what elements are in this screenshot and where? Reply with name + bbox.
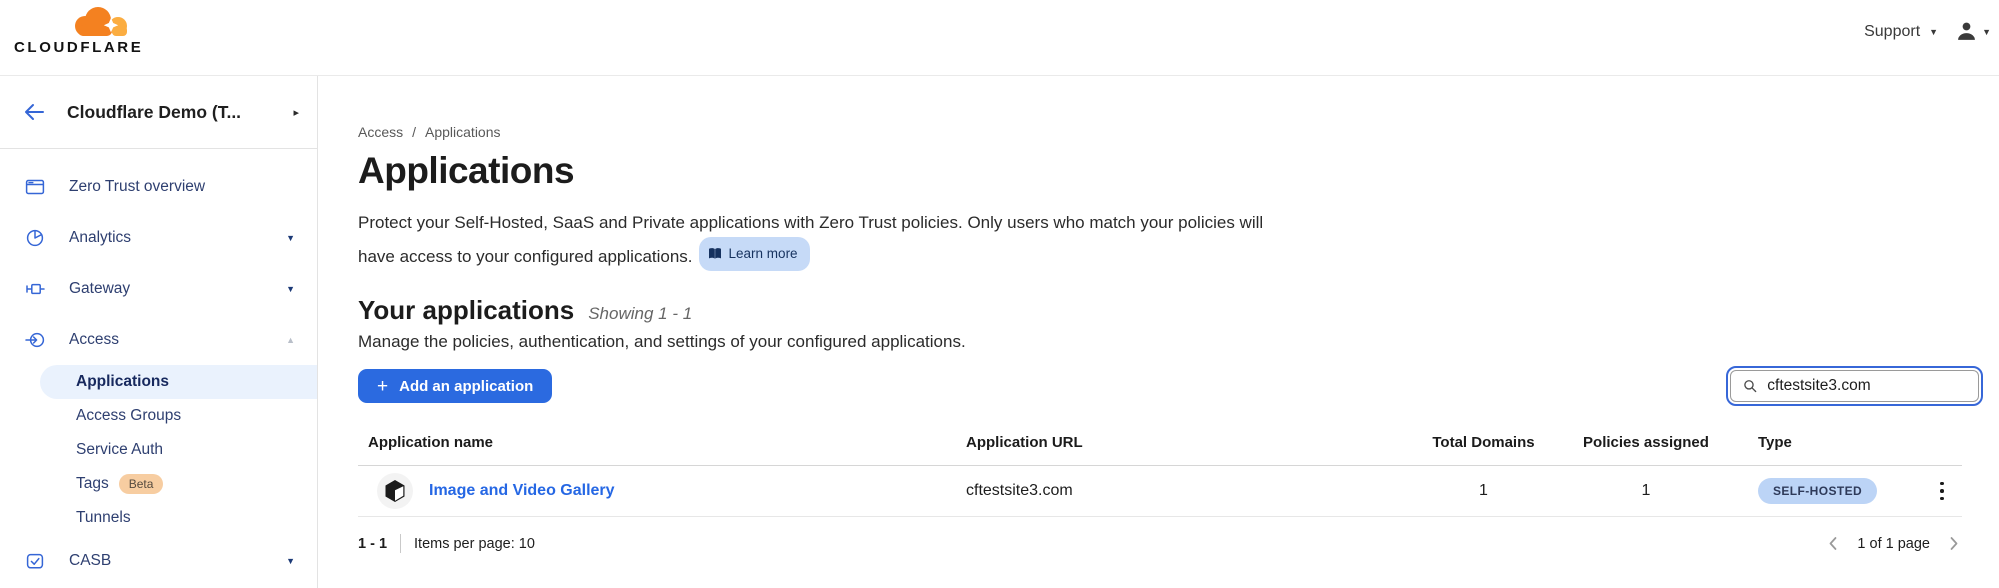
column-header-type: Type xyxy=(1746,434,1922,451)
table-header: Application name Application URL Total D… xyxy=(358,426,1962,466)
sidebar: Cloudflare Demo (T... ▸ Zero Trust overv… xyxy=(0,76,318,588)
pie-chart-icon xyxy=(25,228,45,248)
sidebar-item-tags[interactable]: Tags Beta xyxy=(40,467,317,501)
table-row: Image and Video Gallery cftestsite3.com … xyxy=(358,466,1962,517)
breadcrumb: Access / Applications xyxy=(358,124,1962,140)
toolbar: + Add an application xyxy=(358,366,1962,406)
breadcrumb-access[interactable]: Access xyxy=(358,124,403,140)
type-cell: SELF-HOSTED xyxy=(1746,478,1922,504)
column-header-application-url: Application URL xyxy=(966,434,1421,451)
back-arrow-icon[interactable] xyxy=(23,101,45,123)
sidebar-item-access[interactable]: Access ▲ xyxy=(0,314,317,365)
support-menu[interactable]: Support ▼ xyxy=(1864,23,1938,41)
row-actions-kebab-icon[interactable] xyxy=(1922,466,1962,516)
account-switcher[interactable]: Cloudflare Demo (T... ▸ xyxy=(0,76,317,149)
top-header: CLOUDFLARE Support ▼ ▼ xyxy=(0,0,1999,76)
total-domains-cell: 1 xyxy=(1421,482,1546,500)
application-name-cell: Image and Video Gallery xyxy=(358,473,966,509)
application-link[interactable]: Image and Video Gallery xyxy=(429,482,615,500)
plus-icon: + xyxy=(377,377,388,396)
application-avatar xyxy=(377,473,413,509)
sidebar-item-label: Access Groups xyxy=(76,407,181,425)
next-page-icon[interactable] xyxy=(1945,535,1962,552)
user-icon xyxy=(1956,21,1977,42)
user-menu[interactable]: ▼ xyxy=(1956,21,1991,42)
search-focus-ring xyxy=(1726,366,1983,406)
cloudflare-logo-text: CLOUDFLARE xyxy=(14,39,154,56)
chevron-down-icon: ▼ xyxy=(1982,27,1991,37)
breadcrumb-applications[interactable]: Applications xyxy=(425,124,501,140)
column-header-policies-assigned: Policies assigned xyxy=(1546,434,1746,451)
beta-badge: Beta xyxy=(119,474,164,494)
login-arrow-icon xyxy=(25,330,45,350)
sidebar-item-label: CASB xyxy=(69,552,111,570)
account-name: Cloudflare Demo (T... xyxy=(67,102,293,123)
type-badge: SELF-HOSTED xyxy=(1758,478,1877,504)
previous-page-icon[interactable] xyxy=(1825,535,1842,552)
main-content: Access / Applications Applications Prote… xyxy=(318,76,1999,588)
chevron-right-icon[interactable]: ▸ xyxy=(293,106,299,119)
cube-icon xyxy=(384,479,406,503)
chevron-down-icon[interactable]: ▼ xyxy=(286,556,295,566)
page-title: Applications xyxy=(358,150,1962,192)
chevron-down-icon[interactable]: ▼ xyxy=(286,284,295,294)
sidebar-item-label: Zero Trust overview xyxy=(69,178,205,196)
add-application-label: Add an application xyxy=(399,378,533,395)
section-title: Your applications xyxy=(358,295,574,326)
sidebar-item-label: Applications xyxy=(76,373,169,391)
access-subnav: Applications Access Groups Service Auth … xyxy=(0,365,317,535)
pagination-controls: 1 of 1 page xyxy=(1825,535,1962,552)
items-per-page[interactable]: Items per page: 10 xyxy=(414,536,535,552)
sidebar-item-casb[interactable]: CASB ▼ xyxy=(0,535,317,586)
header-right: Support ▼ ▼ xyxy=(1864,21,1991,42)
page-description-text: Protect your Self-Hosted, SaaS and Priva… xyxy=(358,213,1263,266)
search-box xyxy=(1730,370,1979,402)
breadcrumb-separator: / xyxy=(412,124,416,140)
sidebar-item-label: Access xyxy=(69,331,119,349)
sidebar-nav: Zero Trust overview Analytics ▼ Gateway … xyxy=(0,149,317,586)
pagination-range: 1 - 1 xyxy=(358,536,387,552)
page-description: Protect your Self-Hosted, SaaS and Priva… xyxy=(358,208,1293,271)
sidebar-item-access-groups[interactable]: Access Groups xyxy=(40,399,317,433)
add-application-button[interactable]: + Add an application xyxy=(358,369,552,403)
sidebar-item-label: Analytics xyxy=(69,229,131,247)
chevron-down-icon[interactable]: ▼ xyxy=(286,233,295,243)
showing-count: Showing 1 - 1 xyxy=(588,304,692,324)
sidebar-item-gateway[interactable]: Gateway ▼ xyxy=(0,263,317,314)
pagination: 1 - 1 Items per page: 10 1 of 1 page xyxy=(358,534,1962,553)
application-url-cell: cftestsite3.com xyxy=(966,482,1421,500)
sidebar-item-label: Service Auth xyxy=(76,441,163,459)
section-subtitle: Manage the policies, authentication, and… xyxy=(358,332,1962,352)
shield-check-icon xyxy=(25,551,45,571)
search-icon xyxy=(1743,378,1757,394)
chevron-up-icon[interactable]: ▲ xyxy=(286,335,295,345)
sidebar-item-service-auth[interactable]: Service Auth xyxy=(40,433,317,467)
book-icon xyxy=(708,247,722,260)
column-header-application-name: Application name xyxy=(358,434,966,451)
sidebar-item-tunnels[interactable]: Tunnels xyxy=(40,501,317,535)
sidebar-item-label: Tunnels xyxy=(76,509,131,527)
sidebar-item-applications[interactable]: Applications xyxy=(40,365,317,399)
cloudflare-cloud-icon xyxy=(68,6,132,37)
sidebar-item-label: Gateway xyxy=(69,280,130,298)
page-indicator: 1 of 1 page xyxy=(1857,536,1930,552)
chevron-down-icon: ▼ xyxy=(1929,27,1938,37)
section-heading-row: Your applications Showing 1 - 1 xyxy=(358,295,1962,326)
learn-more-button[interactable]: Learn more xyxy=(699,237,810,271)
learn-more-label: Learn more xyxy=(729,239,798,268)
gateway-icon xyxy=(25,279,45,299)
column-header-total-domains: Total Domains xyxy=(1421,434,1546,451)
sidebar-item-label: Tags xyxy=(76,475,109,493)
sidebar-item-zero-trust-overview[interactable]: Zero Trust overview xyxy=(0,161,317,212)
pagination-divider xyxy=(400,534,401,553)
window-icon xyxy=(25,177,45,197)
policies-assigned-cell: 1 xyxy=(1546,482,1746,500)
support-label: Support xyxy=(1864,23,1920,41)
sidebar-item-analytics[interactable]: Analytics ▼ xyxy=(0,212,317,263)
search-input[interactable] xyxy=(1767,377,1966,395)
cloudflare-logo[interactable]: CLOUDFLARE xyxy=(14,6,154,56)
